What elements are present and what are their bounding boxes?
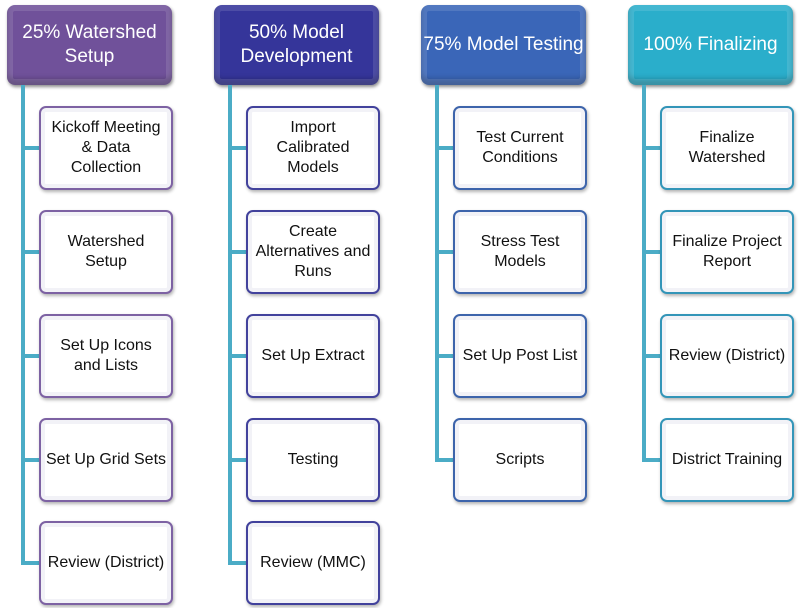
connector-line xyxy=(228,458,246,462)
task-box: Set Up Icons and Lists xyxy=(39,314,173,398)
task-box: Kickoff Meeting & Data Collection xyxy=(39,106,173,190)
connector-line xyxy=(435,146,453,150)
connector-line xyxy=(21,561,39,565)
task-box: Set Up Grid Sets xyxy=(39,418,173,502)
connector-line xyxy=(21,85,25,565)
task-box: Set Up Post List xyxy=(453,314,587,398)
task-box: Create Alternatives and Runs xyxy=(246,210,380,294)
task-box: Stress Test Models xyxy=(453,210,587,294)
connector-line xyxy=(642,354,660,358)
task-box: Test Current Conditions xyxy=(453,106,587,190)
task-box: Finalize Watershed xyxy=(660,106,794,190)
connector-line xyxy=(642,250,660,254)
task-box: Set Up Extract xyxy=(246,314,380,398)
task-box: District Training xyxy=(660,418,794,502)
task-box: Import Calibrated Models xyxy=(246,106,380,190)
connector-line xyxy=(228,146,246,150)
phase-header: 25% Watershed Setup xyxy=(7,5,172,85)
connector-line xyxy=(642,146,660,150)
connector-line xyxy=(642,85,646,462)
task-box: Review (District) xyxy=(39,521,173,605)
task-box: Scripts xyxy=(453,418,587,502)
connector-line xyxy=(435,250,453,254)
connector-line xyxy=(228,85,232,565)
phase-header: 75% Model Testing xyxy=(421,5,586,85)
connector-line xyxy=(21,250,39,254)
connector-line xyxy=(228,250,246,254)
connector-line xyxy=(435,354,453,358)
task-box: Testing xyxy=(246,418,380,502)
connector-line xyxy=(435,85,439,462)
task-box: Watershed Setup xyxy=(39,210,173,294)
phase-header: 50% Model Development xyxy=(214,5,379,85)
task-box: Review (District) xyxy=(660,314,794,398)
task-box: Review (MMC) xyxy=(246,521,380,605)
phase-header: 100% Finalizing xyxy=(628,5,793,85)
task-box: Finalize Project Report xyxy=(660,210,794,294)
connector-line xyxy=(228,354,246,358)
connector-line xyxy=(642,458,660,462)
connector-line xyxy=(435,458,453,462)
connector-line xyxy=(228,561,246,565)
connector-line xyxy=(21,146,39,150)
connector-line xyxy=(21,458,39,462)
connector-line xyxy=(21,354,39,358)
